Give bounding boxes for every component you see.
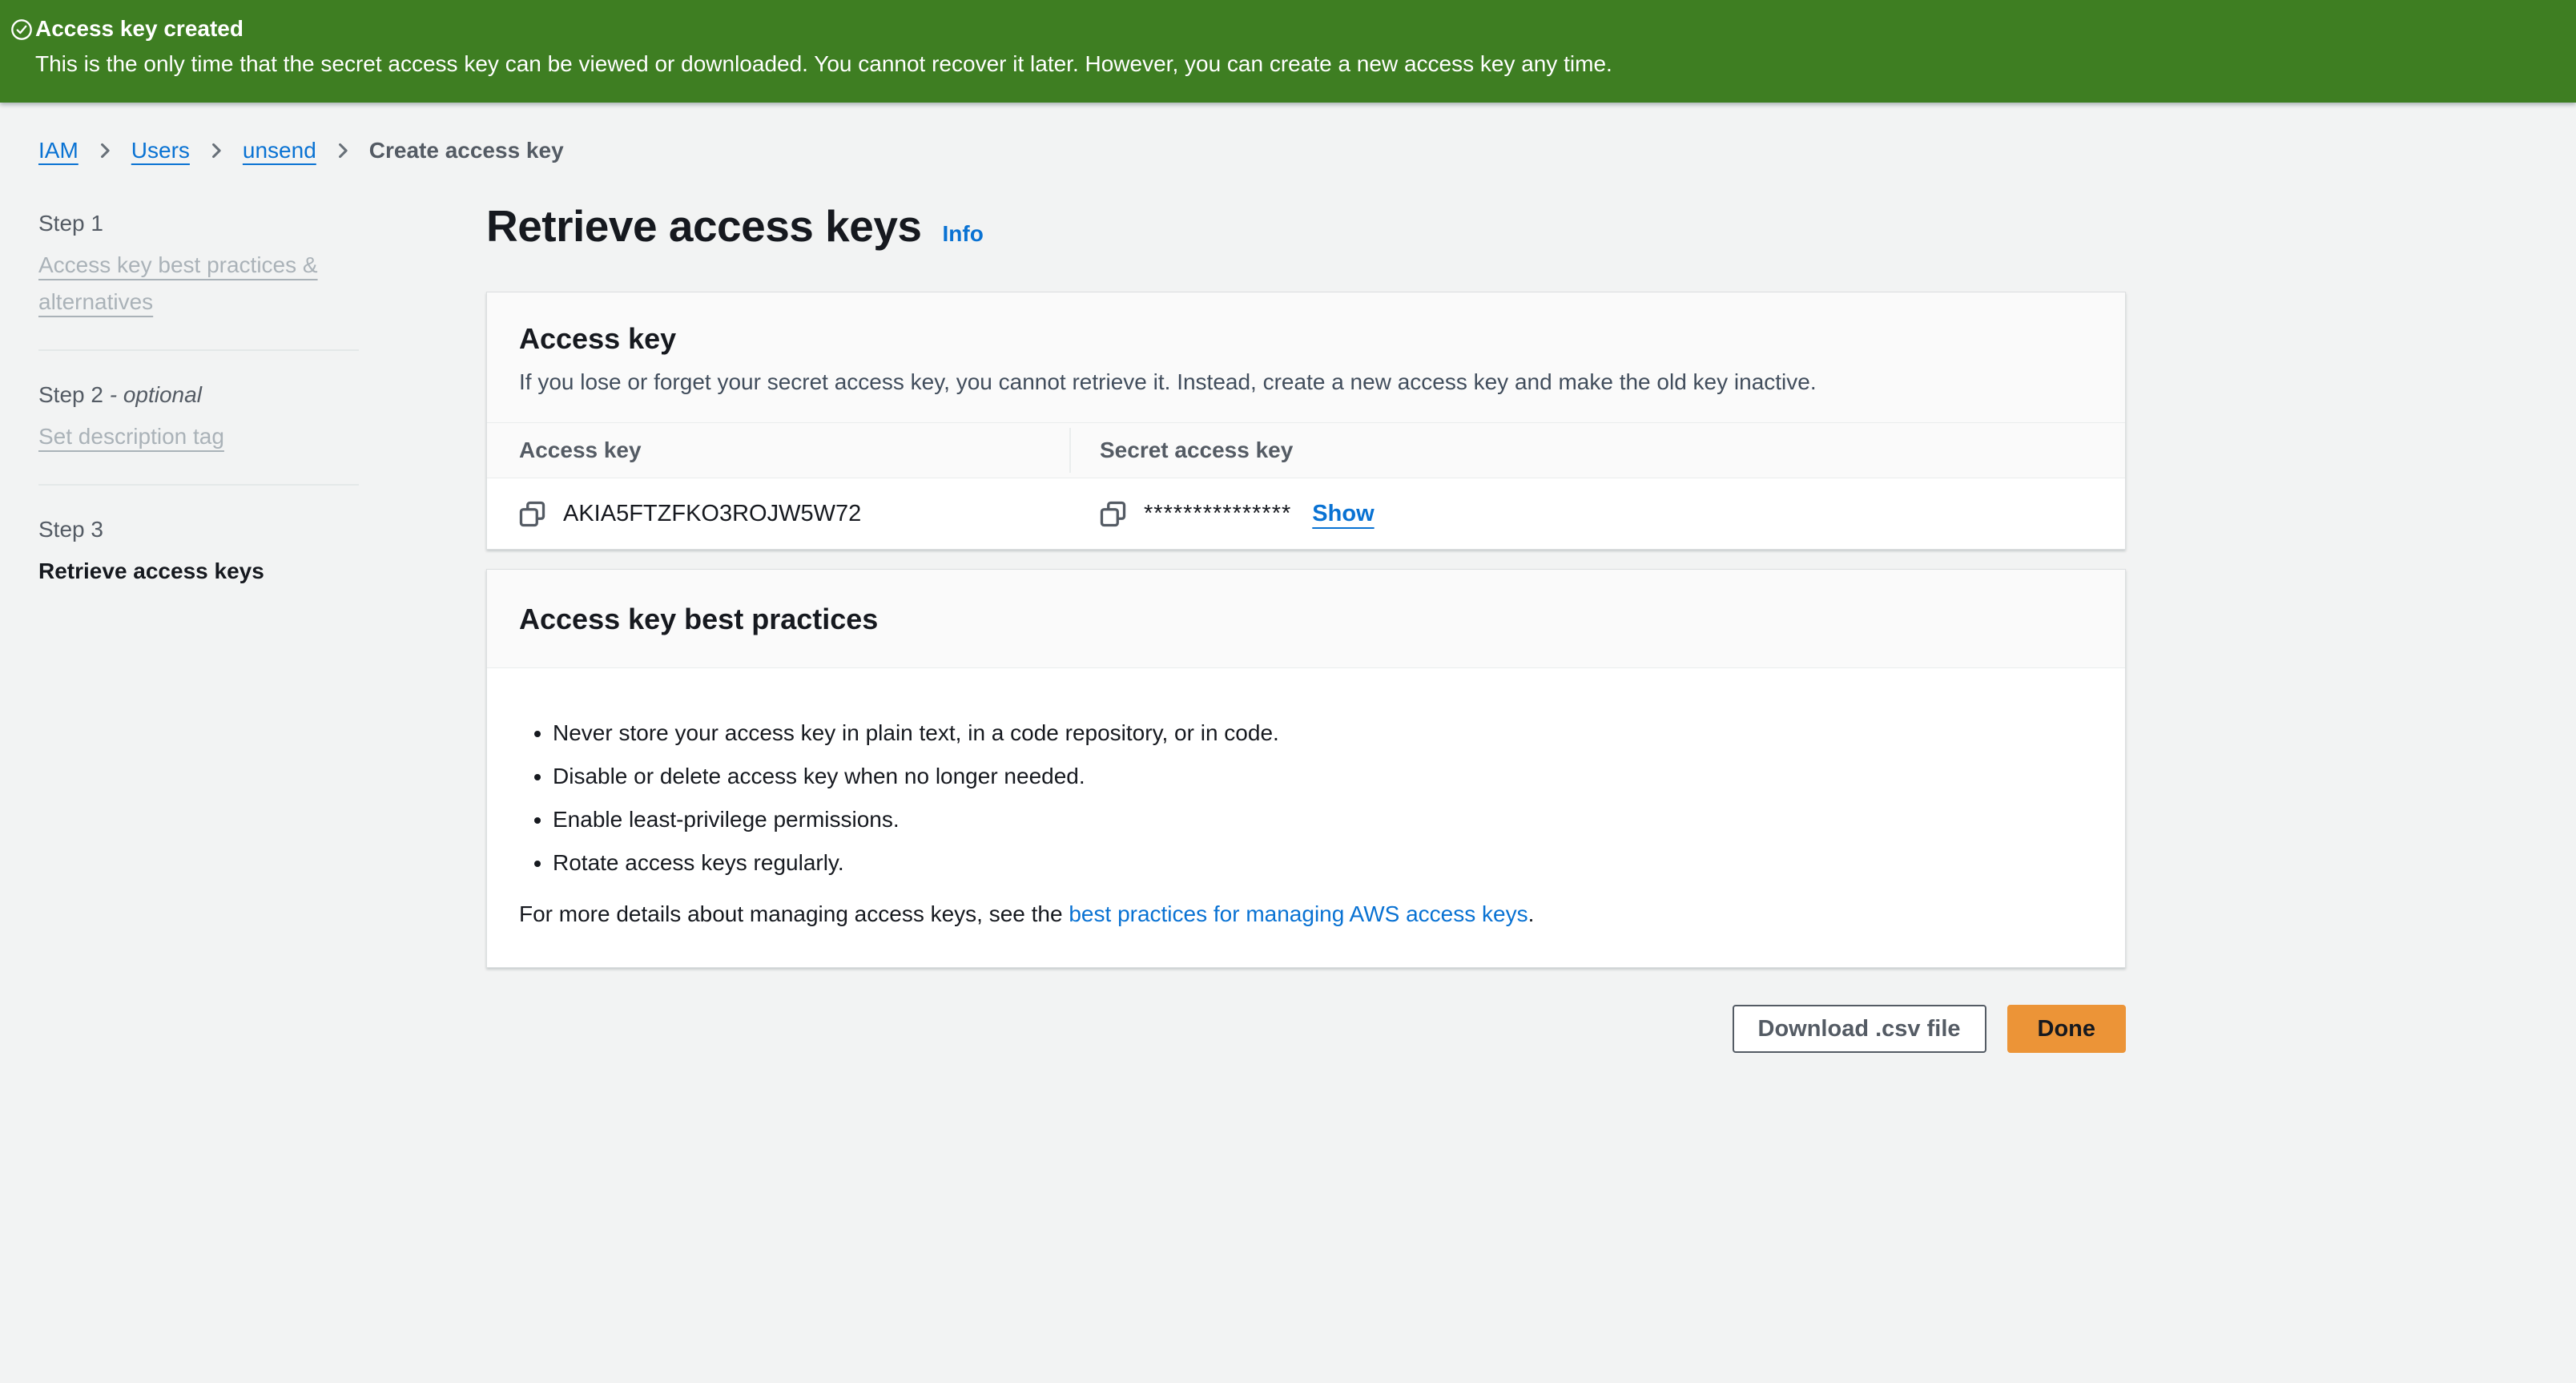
step-1-link[interactable]: Access key best practices & alternatives	[38, 252, 318, 314]
access-key-card-description: If you lose or forget your secret access…	[519, 368, 2093, 397]
wizard-steps-nav: Step 1 Access key best practices & alter…	[38, 200, 359, 1053]
secret-access-key-masked: ***************	[1144, 501, 1291, 527]
best-practice-item: Never store your access key in plain tex…	[553, 718, 2093, 748]
key-table-header-row: Access key Secret access key	[487, 423, 2125, 478]
step-2-link[interactable]: Set description tag	[38, 424, 224, 449]
step-divider	[38, 484, 359, 486]
best-practice-item: Rotate access keys regularly.	[553, 848, 2093, 877]
access-key-card-header: Access key If you lose or forget your se…	[487, 292, 2125, 423]
best-practices-list: Never store your access key in plain tex…	[519, 718, 2093, 877]
step-divider	[38, 349, 359, 351]
column-header-secret-access-key: Secret access key	[1100, 437, 1293, 463]
success-flashbar: Access key created This is the only time…	[0, 0, 2576, 103]
copy-icon[interactable]	[519, 501, 545, 527]
best-practice-item: Enable least-privilege permissions.	[553, 804, 2093, 834]
best-practices-body: Never store your access key in plain tex…	[487, 668, 2125, 967]
breadcrumb-link-iam[interactable]: IAM	[38, 138, 78, 163]
access-key-card: Access key If you lose or forget your se…	[486, 292, 2126, 550]
page-content: Step 1 Access key best practices & alter…	[0, 163, 2576, 1053]
breadcrumb-current: Create access key	[369, 138, 564, 163]
breadcrumb: IAM Users unsend Create access key	[0, 103, 2576, 163]
step-2-label: Step 2	[38, 382, 110, 407]
footer-text: For more details about managing access k…	[519, 901, 1069, 926]
chevron-right-icon	[96, 142, 114, 159]
copy-icon[interactable]	[1100, 501, 1126, 527]
best-practices-header: Access key best practices	[487, 570, 2125, 668]
done-button[interactable]: Done	[2007, 1005, 2127, 1053]
chevron-right-icon	[207, 142, 225, 159]
check-circle-icon	[10, 18, 33, 41]
key-table-row: AKIA5FTZFKO3ROJW5W72 *************** Sho…	[487, 478, 2125, 549]
flashbar-title: Access key created	[35, 16, 2541, 42]
step-3-current: Retrieve access keys	[38, 558, 264, 583]
best-practice-item: Disable or delete access key when no lon…	[553, 761, 2093, 791]
show-secret-link[interactable]: Show	[1312, 501, 1374, 527]
column-header-access-key: Access key	[519, 437, 642, 463]
footer-text-suffix: .	[1528, 901, 1535, 926]
page-title: Retrieve access keys	[486, 200, 922, 252]
best-practices-doc-link[interactable]: best practices for managing AWS access k…	[1069, 901, 1527, 926]
access-key-card-title: Access key	[519, 321, 2093, 357]
access-key-value: AKIA5FTZFKO3ROJW5W72	[563, 501, 861, 527]
step-1-label: Step 1	[38, 211, 103, 236]
download-csv-button[interactable]: Download .csv file	[1733, 1005, 1986, 1053]
wizard-step-1: Step 1 Access key best practices & alter…	[38, 210, 359, 321]
step-3-label: Step 3	[38, 517, 103, 542]
step-2-optional-tag: - optional	[110, 382, 202, 407]
chevron-right-icon	[334, 142, 352, 159]
wizard-actions: Download .csv file Done	[486, 1005, 2126, 1053]
main-panel: Retrieve access keys Info Access key If …	[486, 200, 2126, 1053]
wizard-step-2: Step 2 - optional Set description tag	[38, 381, 359, 455]
page-header: Retrieve access keys Info	[486, 200, 2126, 252]
breadcrumb-link-users[interactable]: Users	[131, 138, 190, 163]
best-practices-card: Access key best practices Never store yo…	[486, 569, 2126, 968]
wizard-step-3: Step 3 Retrieve access keys	[38, 516, 359, 590]
breadcrumb-link-user[interactable]: unsend	[243, 138, 316, 163]
info-link[interactable]: Info	[943, 221, 984, 247]
best-practices-title: Access key best practices	[519, 602, 2093, 637]
best-practices-footer: For more details about managing access k…	[519, 900, 2093, 929]
flashbar-message: This is the only time that the secret ac…	[35, 51, 2541, 77]
